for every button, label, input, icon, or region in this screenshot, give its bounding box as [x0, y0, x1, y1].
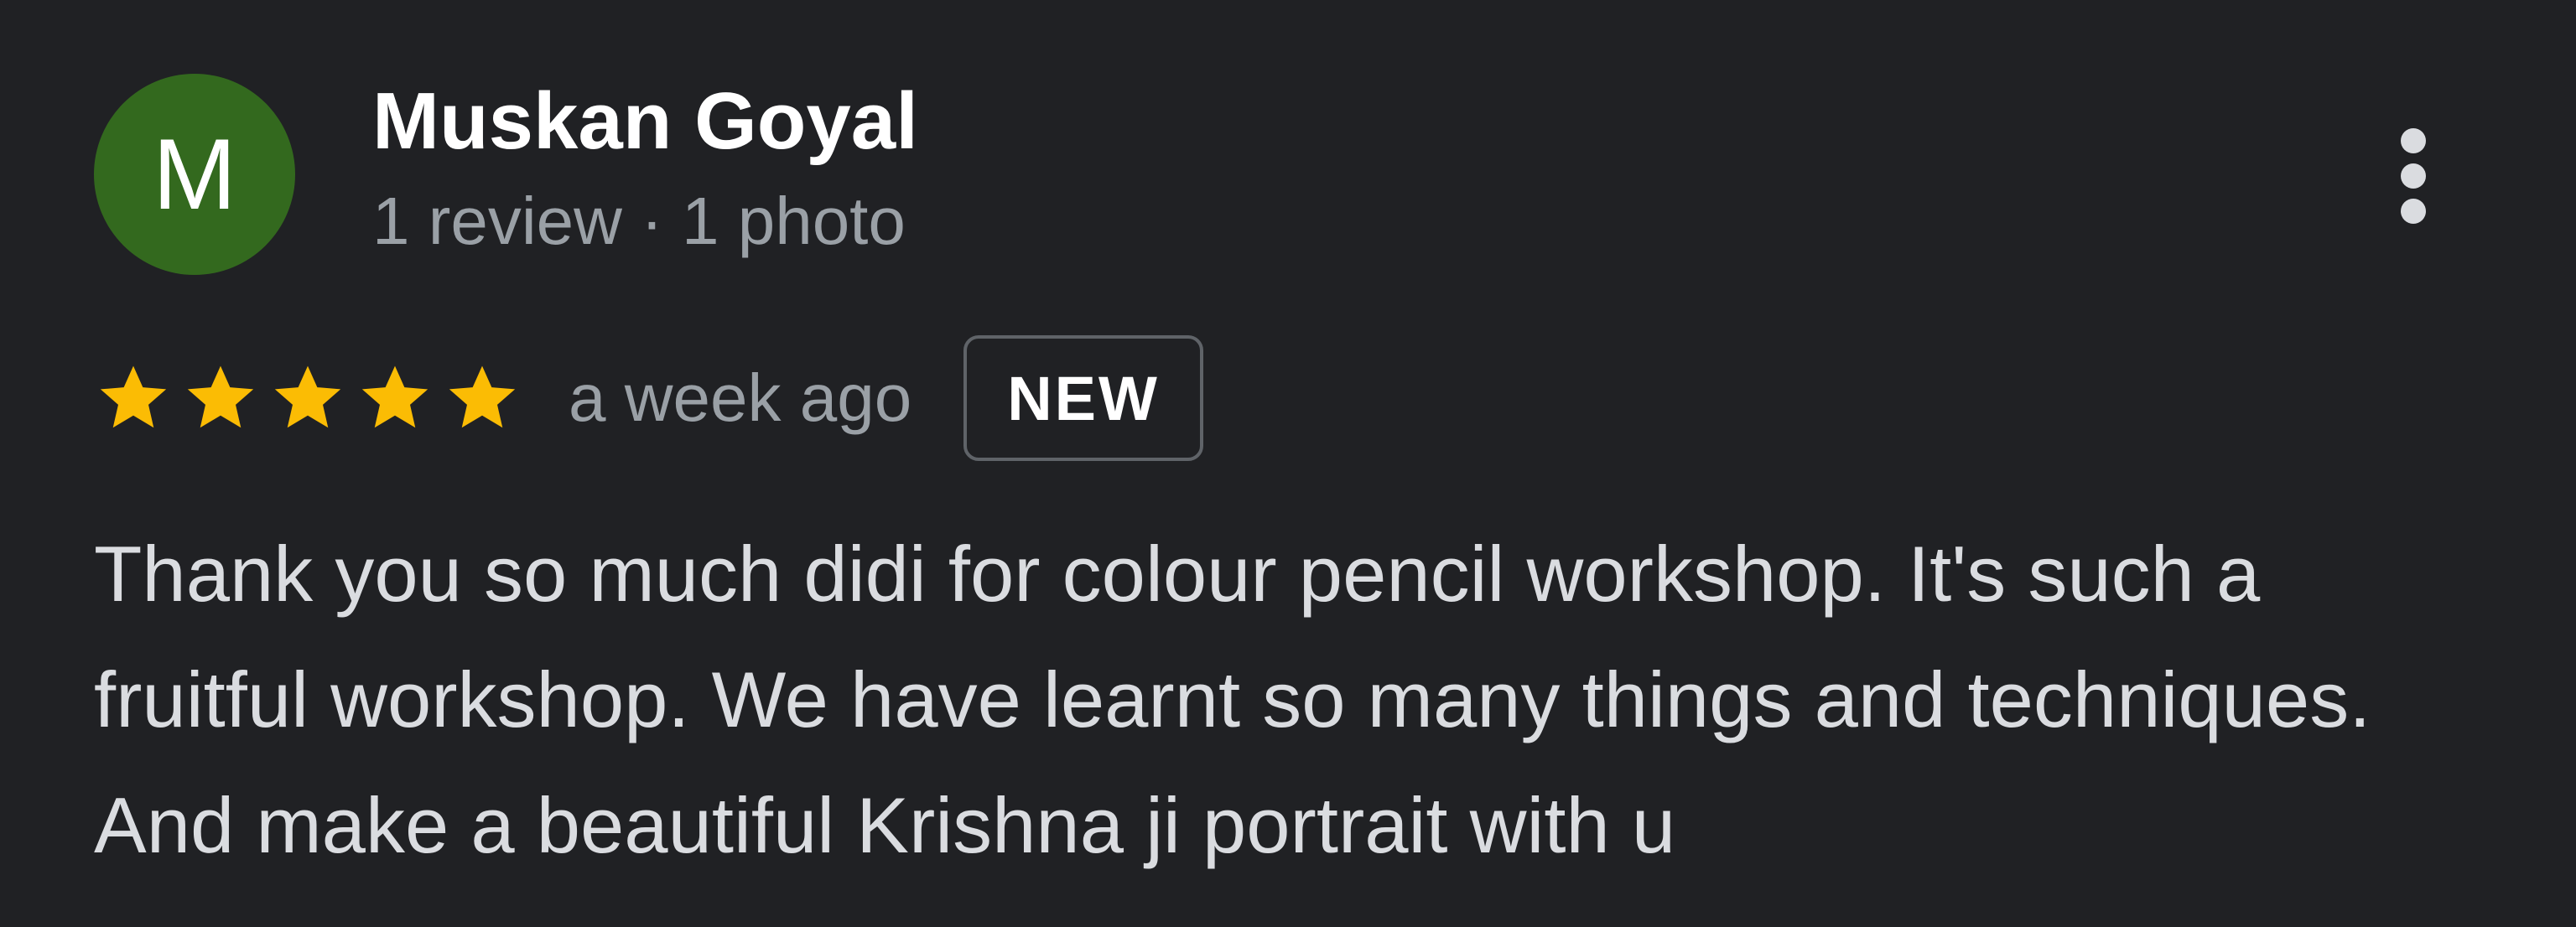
new-badge: NEW [963, 335, 1203, 461]
star-icon [449, 365, 516, 428]
star-icon [187, 365, 254, 428]
star-icon [361, 365, 428, 428]
avatar-initial: M [153, 118, 236, 230]
avatar[interactable]: M [94, 74, 295, 275]
reviewer-name[interactable]: Muskan Goyal [372, 75, 918, 168]
reviewer-meta: 1 review · 1 photo [372, 184, 906, 258]
star-icon [100, 365, 167, 428]
more-options-button[interactable] [2380, 109, 2447, 243]
star-rating [94, 359, 522, 438]
review-card: M Muskan Goyal 1 review · 1 photo a week… [0, 0, 2576, 927]
star-icon [274, 365, 341, 428]
review-time: a week ago [569, 360, 912, 435]
more-vert-icon-dot [2401, 163, 2426, 189]
more-vert-icon-dot [2401, 199, 2426, 224]
review-text: Thank you so much didi for colour pencil… [94, 530, 2371, 869]
rating-row: a week ago NEW [94, 335, 1203, 461]
more-vert-icon [2401, 128, 2426, 153]
